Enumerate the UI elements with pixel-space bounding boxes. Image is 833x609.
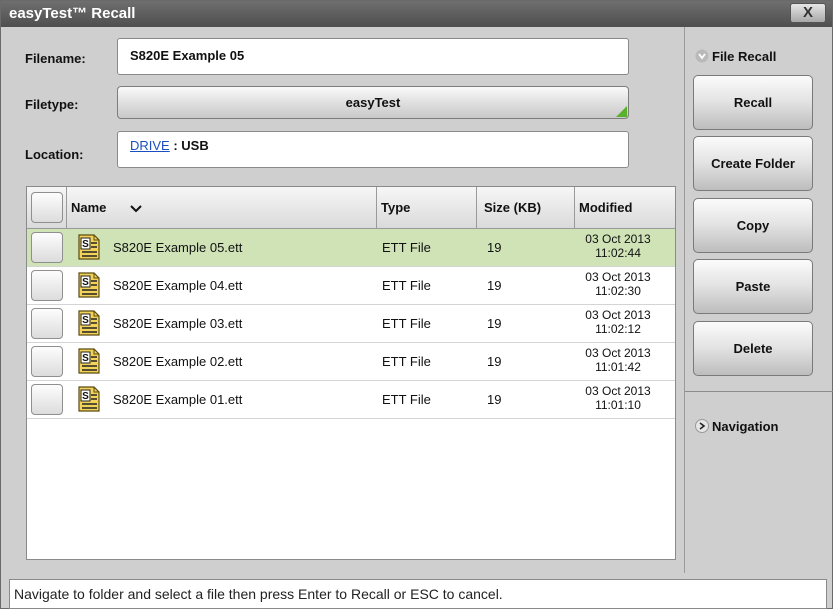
- file-name: S820E Example 04.ett: [113, 278, 243, 293]
- paste-button[interactable]: Paste: [693, 259, 813, 314]
- svg-text:S: S: [82, 315, 89, 326]
- svg-text:S: S: [82, 391, 89, 402]
- ett-file-icon: S: [78, 386, 100, 412]
- filename-field[interactable]: S820E Example 05: [117, 38, 629, 75]
- file-size: 19: [487, 354, 502, 369]
- status-bar: Navigate to folder and select a file the…: [9, 579, 827, 609]
- file-list: Name Type Size (KB) Modified S S820E Exa…: [26, 186, 676, 560]
- modified-date: 03 Oct 2013: [585, 308, 651, 322]
- file-recall-label: File Recall: [712, 49, 777, 64]
- file-name: S820E Example 02.ett: [113, 354, 243, 369]
- file-size: 19: [487, 316, 502, 331]
- recall-button[interactable]: Recall: [693, 75, 813, 130]
- row-checkbox[interactable]: [31, 270, 63, 301]
- ett-file-icon: S: [78, 348, 100, 374]
- window-title: easyTest™ Recall: [9, 5, 136, 22]
- filetype-label: Filetype:: [25, 97, 79, 112]
- svg-text:S: S: [82, 239, 89, 250]
- file-type: ETT File: [382, 278, 431, 293]
- modified-date: 03 Oct 2013: [585, 346, 651, 360]
- file-type: ETT File: [382, 392, 431, 407]
- modified-date: 03 Oct 2013: [585, 384, 651, 398]
- table-row[interactable]: S S820E Example 02.ett ETT File 19 03 Oc…: [27, 343, 675, 381]
- modified-header-label: Modified: [579, 200, 633, 215]
- drive-link[interactable]: DRIVE: [130, 138, 170, 153]
- close-icon: X: [802, 4, 813, 21]
- file-modified: 03 Oct 2013 11:02:30: [583, 270, 653, 298]
- table-row[interactable]: S S820E Example 03.ett ETT File 19 03 Oc…: [27, 305, 675, 343]
- modified-time: 11:01:10: [595, 398, 641, 412]
- copy-button[interactable]: Copy: [693, 198, 813, 253]
- column-header-type[interactable]: Type: [377, 187, 477, 229]
- row-checkbox[interactable]: [31, 308, 63, 339]
- file-name: S820E Example 01.ett: [113, 392, 243, 407]
- delete-button[interactable]: Delete: [693, 321, 813, 376]
- close-button[interactable]: X: [790, 3, 826, 23]
- chevron-right-icon: [695, 419, 709, 433]
- ett-file-icon: S: [78, 272, 100, 298]
- chevron-down-icon: [695, 49, 709, 63]
- file-list-header: Name Type Size (KB) Modified: [27, 187, 675, 229]
- table-row[interactable]: S S820E Example 04.ett ETT File 19 03 Oc…: [27, 267, 675, 305]
- navigation-label: Navigation: [712, 419, 779, 434]
- file-name: S820E Example 03.ett: [113, 316, 243, 331]
- file-modified: 03 Oct 2013 11:02:12: [583, 308, 653, 336]
- location-value: : USB: [169, 138, 209, 153]
- file-size: 19: [487, 240, 502, 255]
- status-message: Navigate to folder and select a file the…: [14, 586, 503, 602]
- select-all-checkbox[interactable]: [31, 192, 63, 223]
- file-name: S820E Example 05.ett: [113, 240, 243, 255]
- ett-file-icon: S: [78, 234, 100, 260]
- modified-time: 11:02:44: [595, 246, 641, 260]
- select-all-cell: [27, 187, 67, 229]
- type-header-label: Type: [381, 200, 411, 215]
- column-header-name[interactable]: Name: [67, 187, 377, 229]
- file-size: 19: [487, 392, 502, 407]
- svg-text:S: S: [82, 277, 89, 288]
- filetype-value: easyTest: [345, 95, 401, 110]
- ett-file-icon: S: [78, 310, 100, 336]
- filetype-dropdown[interactable]: easyTest: [117, 86, 629, 119]
- file-type: ETT File: [382, 354, 431, 369]
- modified-date: 03 Oct 2013: [585, 232, 651, 246]
- row-checkbox[interactable]: [31, 232, 63, 263]
- svg-text:S: S: [82, 353, 89, 364]
- size-header-label: Size (KB): [484, 200, 542, 215]
- modified-time: 11:01:42: [595, 360, 641, 374]
- file-modified: 03 Oct 2013 11:01:42: [583, 346, 653, 374]
- filename-value: S820E Example 05: [130, 48, 245, 63]
- file-modified: 03 Oct 2013 11:01:10: [583, 384, 653, 412]
- sidebar-separator: [685, 391, 833, 392]
- dropdown-corner-icon: [616, 106, 627, 117]
- modified-time: 11:02:12: [595, 322, 641, 336]
- navigation-section[interactable]: Navigation: [695, 419, 778, 434]
- file-type: ETT File: [382, 240, 431, 255]
- location-label: Location:: [25, 147, 84, 162]
- modified-time: 11:02:30: [595, 284, 641, 298]
- file-recall-section[interactable]: File Recall: [695, 49, 776, 64]
- column-header-modified[interactable]: Modified: [575, 187, 675, 229]
- row-checkbox[interactable]: [31, 384, 63, 415]
- chevron-down-icon: [130, 205, 142, 213]
- filename-label: Filename:: [25, 51, 86, 66]
- row-checkbox[interactable]: [31, 346, 63, 377]
- name-header-label: Name: [71, 200, 107, 215]
- table-row[interactable]: S S820E Example 01.ett ETT File 19 03 Oc…: [27, 381, 675, 419]
- location-field: DRIVE : USB: [117, 131, 629, 168]
- sidebar-divider: [684, 27, 685, 573]
- modified-date: 03 Oct 2013: [585, 270, 651, 284]
- title-bar: easyTest™ Recall X: [1, 1, 832, 27]
- file-modified: 03 Oct 2013 11:02:44: [583, 232, 653, 260]
- create-folder-button[interactable]: Create Folder: [693, 136, 813, 191]
- file-type: ETT File: [382, 316, 431, 331]
- file-size: 19: [487, 278, 502, 293]
- column-header-size[interactable]: Size (KB): [477, 187, 575, 229]
- recall-dialog: easyTest™ Recall X Filename: S820E Examp…: [0, 0, 833, 609]
- table-row[interactable]: S S820E Example 05.ett ETT File 19 03 Oc…: [27, 229, 675, 267]
